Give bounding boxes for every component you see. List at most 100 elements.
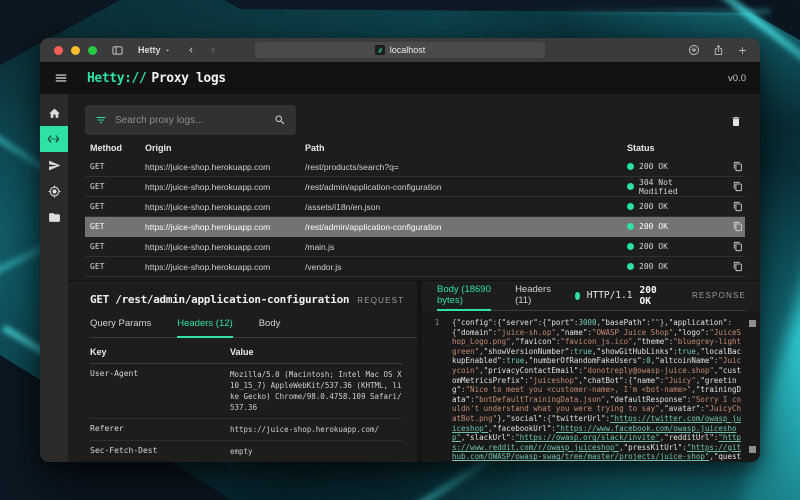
cell-origin: https://juice-shop.herokuapp.com (145, 182, 305, 192)
status-dot (627, 203, 634, 210)
back-icon[interactable] (186, 45, 196, 55)
status-text: 200 OK (639, 242, 668, 251)
response-status-code: 200 OK (640, 285, 660, 307)
copy-icon (733, 241, 743, 252)
cell-method: GET (90, 222, 145, 231)
cell-method: GET (90, 182, 145, 191)
copy-icon (733, 261, 743, 272)
clear-logs-button[interactable] (730, 115, 742, 128)
cell-path: /rest/admin/application-configuration (305, 182, 627, 192)
forward-icon[interactable] (208, 45, 218, 55)
site-favicon (375, 45, 385, 55)
copy-button[interactable] (733, 241, 745, 252)
logs-toolbar (68, 94, 760, 135)
header-key: Referer (90, 419, 230, 441)
table-row[interactable]: GET https://juice-shop.herokuapp.com /as… (85, 197, 745, 217)
cell-path: /main.js (305, 242, 627, 252)
copy-button[interactable] (733, 261, 745, 272)
filter-icon[interactable] (95, 114, 107, 126)
tab-response-headers[interactable]: Headers (11) (515, 281, 551, 311)
column-key: Key (90, 338, 230, 364)
table-row[interactable]: GET https://juice-shop.herokuapp.com /re… (85, 157, 745, 177)
menu-icon[interactable] (54, 71, 68, 85)
cell-status: 200 OK (627, 242, 709, 251)
status-dot (575, 292, 580, 300)
log-table-body: GET https://juice-shop.herokuapp.com /re… (68, 157, 760, 277)
browser-toolbar: Hetty localhost (40, 38, 760, 62)
cell-origin: https://juice-shop.herokuapp.com (145, 202, 305, 212)
browser-actions (688, 44, 748, 56)
header-value: https://juice-shop.herokuapp.com/ (230, 419, 403, 441)
cell-method: GET (90, 242, 145, 251)
status-text: 304 Not Modified (639, 178, 709, 196)
page-title: Hetty://Proxy logs (87, 71, 226, 86)
table-row-selected[interactable]: GET https://juice-shop.herokuapp.com /re… (85, 217, 745, 237)
brand-text: Hetty:// (87, 71, 146, 86)
tab-response-body[interactable]: Body (18690 bytes) (437, 281, 491, 311)
column-path: Path (305, 143, 627, 153)
tab-query-params[interactable]: Query Params (90, 318, 151, 338)
browser-window: Hetty localhost (40, 38, 760, 462)
cell-status: 304 Not Modified (627, 178, 709, 196)
response-status: HTTP/1.1 200 OK (575, 285, 660, 307)
minimize-window-button[interactable] (71, 46, 80, 55)
trash-icon (730, 115, 742, 128)
zoom-window-button[interactable] (88, 46, 97, 55)
main-content: Method Origin Path Status GET https://ju… (68, 94, 760, 462)
cell-path: /vendor.js (305, 262, 627, 272)
status-dot (627, 163, 634, 170)
close-window-button[interactable] (54, 46, 63, 55)
response-panel: Body (18690 bytes) Headers (11) HTTP/1.1… (422, 281, 760, 462)
cell-method: GET (90, 202, 145, 211)
new-tab-icon[interactable] (737, 45, 748, 56)
desktop: Hetty localhost (0, 0, 800, 500)
sidebar-item-proxy-logs[interactable] (40, 126, 68, 152)
search-input[interactable] (113, 114, 268, 127)
cell-path: /rest/products/search?q= (305, 162, 627, 172)
scrollbar-thumb[interactable] (749, 320, 756, 327)
share-icon[interactable] (713, 44, 724, 56)
copy-button[interactable] (733, 221, 745, 232)
folder-icon (48, 211, 61, 224)
tab-headers[interactable]: Headers (12) (177, 318, 232, 338)
sidebar-item-home[interactable] (40, 100, 68, 126)
copy-button[interactable] (733, 181, 745, 192)
browser-sidebar-toggle-icon[interactable] (111, 45, 124, 56)
home-icon (48, 107, 61, 120)
header-key: User-Agent (90, 364, 230, 419)
chevron-down-icon (164, 47, 171, 54)
search-icon[interactable] (274, 114, 286, 126)
scrollbar-thumb[interactable] (749, 446, 756, 453)
sidebar-item-scope[interactable] (40, 178, 68, 204)
response-body-viewer[interactable]: 1 {"config":{"server":{"port":3000,"base… (422, 311, 760, 462)
column-status: Status (627, 143, 709, 153)
sidebar-item-sender[interactable] (40, 152, 68, 178)
code-icon (47, 132, 61, 146)
tab-body[interactable]: Body (259, 318, 281, 338)
cell-origin: https://juice-shop.herokuapp.com (145, 262, 305, 272)
response-protocol: HTTP/1.1 (587, 290, 633, 301)
downloads-icon[interactable] (688, 44, 700, 56)
status-dot (627, 243, 634, 250)
response-tabs: Body (18690 bytes) Headers (11) HTTP/1.1… (437, 281, 746, 311)
copy-button[interactable] (733, 161, 745, 172)
cell-origin: https://juice-shop.herokuapp.com (145, 222, 305, 232)
request-tabs: Query Params Headers (12) Body (90, 318, 417, 338)
request-headers-table: Key Value User-Agent Mozilla/5.0 (Macint… (68, 338, 417, 462)
browser-nav (186, 45, 218, 55)
line-number: 1 (422, 311, 452, 462)
address-bar[interactable]: localhost (255, 42, 545, 58)
table-row[interactable]: GET https://juice-shop.herokuapp.com /ma… (85, 237, 745, 257)
table-row[interactable]: GET https://juice-shop.herokuapp.com /re… (85, 177, 745, 197)
sidebar-item-projects[interactable] (40, 204, 68, 230)
cell-method: GET (90, 162, 145, 171)
status-text: 200 OK (639, 222, 668, 231)
copy-button[interactable] (733, 201, 745, 212)
cell-status: 200 OK (627, 202, 709, 211)
sidebar (40, 94, 68, 462)
header-value: empty (230, 441, 403, 462)
wallpaper-glow (520, 10, 770, 13)
browser-app-menu[interactable]: Hetty (138, 45, 171, 55)
copy-icon (733, 181, 743, 192)
table-row[interactable]: GET https://juice-shop.herokuapp.com /ve… (85, 257, 745, 277)
